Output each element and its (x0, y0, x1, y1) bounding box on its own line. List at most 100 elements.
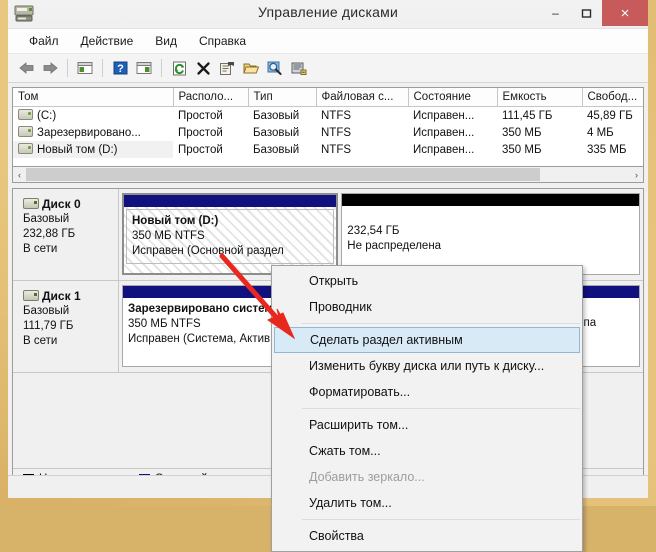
volume-list: Том Располо... Тип Файловая с... Состоян… (12, 87, 644, 167)
partition-size-fs: 350 МБ NTFS (132, 230, 205, 242)
menu-item-add-mirror: Добавить зеркало... (309, 470, 425, 484)
cell-free: 4 МБ (587, 126, 614, 139)
toolbar-separator (102, 59, 103, 77)
scrollbar-thumb[interactable] (26, 168, 540, 181)
volume-table-header-row: Том Располо... Тип Файловая с... Состоян… (13, 88, 643, 107)
menu-item-shrink-volume[interactable]: Сжать том... (272, 438, 582, 464)
disk-type: Базовый (23, 213, 70, 225)
disk-name: Диск 1 (42, 289, 81, 303)
menu-bar: Файл Действие Вид Справка (8, 28, 648, 54)
table-row[interactable]: Новый том (D:) Простой Базовый NTFS Испр… (13, 141, 643, 158)
partition-color-bar (124, 195, 337, 207)
properties-icon[interactable] (215, 57, 239, 79)
column-header-capacity[interactable]: Емкость (497, 88, 583, 107)
column-header-filesystem[interactable]: Файловая с... (316, 88, 409, 107)
menu-item-explore[interactable]: Проводник (272, 294, 582, 320)
cell-filesystem: NTFS (321, 143, 352, 156)
title-bar: Управление дисками – × (8, 0, 648, 28)
column-header-layout[interactable]: Располо... (173, 88, 249, 107)
partition-color-bar (342, 194, 639, 206)
cell-status: Исправен... (413, 126, 475, 139)
rescan-disks-icon[interactable] (287, 57, 311, 79)
partition-unallocated[interactable]: 232,54 ГБ Не распределена (341, 193, 640, 275)
menu-item-delete-volume[interactable]: Удалить том... (272, 490, 582, 516)
disk-state: В сети (23, 243, 58, 255)
disk-size: 232,88 ГБ (23, 228, 76, 240)
disk-icon (23, 290, 39, 301)
menu-item-properties[interactable]: Свойства (272, 523, 582, 549)
toolbar: ? (8, 54, 648, 83)
menu-item-change-drive-letter[interactable]: Изменить букву диска или путь к диску... (272, 353, 582, 379)
show-hide-console-tree-icon[interactable] (73, 57, 97, 79)
scroll-right-arrow[interactable]: › (630, 170, 643, 180)
volume-icon (18, 126, 33, 137)
partition-new-volume-d[interactable]: Новый том (D:) 350 МБ NTFS Исправен (Осн… (122, 193, 339, 275)
scroll-left-arrow[interactable]: ‹ (13, 170, 26, 180)
cell-free: 335 МБ (587, 143, 627, 156)
delete-icon[interactable] (191, 57, 215, 79)
cell-layout: Простой (178, 143, 223, 156)
search-icon[interactable] (263, 57, 287, 79)
disk-size: 111,79 ГБ (23, 320, 74, 332)
column-header-status[interactable]: Состояние (408, 88, 498, 107)
disk-info-0[interactable]: Диск 0 Базовый 232,88 ГБ В сети (13, 189, 119, 280)
context-menu: Открыть Проводник Сделать раздел активны… (271, 265, 583, 552)
back-icon[interactable] (14, 57, 38, 79)
partition-status: Исправен (Система, Актив (128, 333, 271, 345)
cell-type: Базовый (253, 109, 300, 122)
show-hide-action-pane-icon[interactable] (132, 57, 156, 79)
partition-title: Зарезервировано систем (128, 303, 273, 315)
cell-status: Исправен... (413, 143, 475, 156)
cell-type: Базовый (253, 143, 300, 156)
column-header-free[interactable]: Свобод... (582, 88, 643, 107)
volume-list-horizontal-scrollbar[interactable]: ‹ › (12, 167, 644, 183)
cell-capacity: 350 МБ (502, 126, 542, 139)
column-header-type[interactable]: Тип (248, 88, 317, 107)
disk-icon (23, 198, 39, 209)
cell-volume: Новый том (D:) (37, 144, 118, 156)
column-header-volume[interactable]: Том (13, 88, 174, 107)
close-button[interactable]: × (602, 0, 648, 26)
forward-icon[interactable] (38, 57, 62, 79)
maximize-button[interactable] (571, 0, 602, 26)
cell-type: Базовый (253, 126, 300, 139)
scrollbar-track[interactable] (540, 168, 630, 181)
menu-item-help[interactable]: Справка (188, 31, 257, 51)
menu-item-format[interactable]: Форматировать... (272, 379, 582, 405)
cell-capacity: 111,45 ГБ (502, 109, 553, 122)
cell-volume: (C:) (37, 110, 57, 122)
disk-state: В сети (23, 335, 58, 347)
window-controls: – × (540, 0, 648, 28)
menu-item-view[interactable]: Вид (144, 31, 188, 51)
partition-status: Исправен (Основной раздел (132, 245, 284, 257)
minimize-button[interactable]: – (540, 0, 571, 26)
toolbar-separator (161, 59, 162, 77)
table-row[interactable]: (C:) Простой Базовый NTFS Исправен... 11… (13, 107, 643, 125)
disk-type: Базовый (23, 305, 70, 317)
table-row[interactable]: Зарезервировано... Простой Базовый NTFS … (13, 124, 643, 141)
open-folder-icon[interactable] (239, 57, 263, 79)
menu-item-open[interactable]: Открыть (272, 268, 582, 294)
toolbar-separator (67, 59, 68, 77)
cell-free: 45,89 ГБ (587, 109, 633, 122)
cell-filesystem: NTFS (321, 126, 352, 139)
disk-name: Диск 0 (42, 197, 81, 211)
menu-item-action[interactable]: Действие (70, 31, 145, 51)
cell-layout: Простой (178, 126, 223, 139)
volume-icon (18, 109, 33, 120)
context-menu-separator (302, 519, 580, 520)
disk-info-1[interactable]: Диск 1 Базовый 111,79 ГБ В сети (13, 281, 119, 372)
refresh-icon[interactable] (167, 57, 191, 79)
volume-table: Том Располо... Тип Файловая с... Состоян… (13, 88, 643, 158)
help-icon[interactable]: ? (108, 57, 132, 79)
menu-item-extend-volume[interactable]: Расширить том... (272, 412, 582, 438)
partition-title: Новый том (D:) (132, 215, 219, 227)
partition-status: Не распределена (347, 240, 442, 252)
context-menu-separator (302, 323, 580, 324)
cell-layout: Простой (178, 109, 223, 122)
cell-filesystem: NTFS (321, 109, 352, 122)
menu-item-file[interactable]: Файл (18, 31, 70, 51)
cell-capacity: 350 МБ (502, 143, 542, 156)
menu-item-mark-partition-as-active[interactable]: Сделать раздел активным (274, 327, 580, 353)
cell-volume: Зарезервировано... (37, 127, 141, 139)
